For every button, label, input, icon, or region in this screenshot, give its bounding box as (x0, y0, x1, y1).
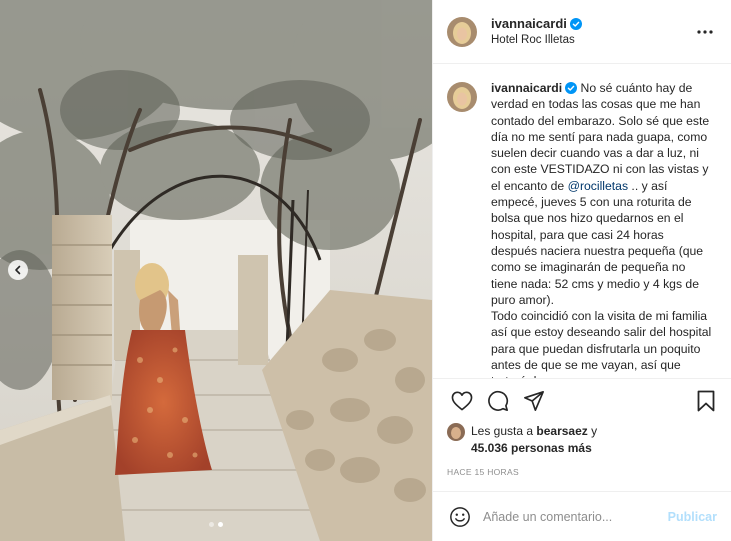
carousel-dot-active (218, 522, 223, 527)
location-link[interactable]: Hotel Roc Illetas (491, 32, 693, 48)
publish-button[interactable]: Publicar (668, 510, 717, 524)
emoji-button[interactable] (447, 504, 473, 530)
mention-link[interactable]: @rocilletas (568, 179, 628, 193)
chevron-left-icon (15, 265, 21, 275)
emoji-smiley-icon (450, 506, 470, 527)
post-side-panel: ivannaicardi Hotel Roc Illetas ivannaica… (432, 0, 731, 541)
verified-badge-icon (565, 82, 578, 94)
likes-prefix: Les gusta a (471, 424, 537, 438)
comment-bubble-icon (488, 390, 509, 411)
avatar-image (447, 423, 465, 441)
heart-icon (451, 391, 473, 411)
caption-username-link[interactable]: ivannaicardi (491, 81, 562, 95)
add-comment-bar: Publicar (433, 491, 731, 541)
avatar[interactable] (447, 16, 477, 47)
liker-username-link[interactable]: bearsaez (536, 424, 587, 438)
instagram-post: ivannaicardi Hotel Roc Illetas ivannaica… (0, 0, 731, 541)
avatar-image (447, 82, 477, 112)
likes-summary: Les gusta a bearsaez y 45.036 personas m… (447, 423, 717, 457)
caption-avatar[interactable] (447, 82, 477, 112)
paper-plane-icon (524, 391, 544, 411)
comment-button[interactable] (483, 386, 513, 416)
caption-body-continued: .. y así empecé, jueves 5 con una roturi… (491, 178, 704, 307)
post-actions-section: Les gusta a bearsaez y 45.036 personas m… (433, 378, 731, 491)
like-button[interactable] (447, 386, 477, 416)
caption-text: ivannaicardi No sé cuánto hay de verdad … (491, 80, 713, 378)
photo-scene (0, 0, 432, 541)
more-options-button[interactable] (693, 20, 717, 44)
save-button[interactable] (691, 386, 721, 416)
carousel-indicator (209, 522, 223, 527)
liker-avatar[interactable] (447, 423, 465, 441)
post-timestamp[interactable]: HACE 15 HORAS (447, 467, 717, 477)
avatar-image (447, 16, 477, 47)
caption-body: No sé cuánto hay de verdad en todas las … (491, 81, 710, 193)
action-bar (447, 379, 717, 423)
verified-badge-icon (569, 17, 582, 30)
post-photo[interactable] (0, 0, 432, 541)
bookmark-icon (697, 390, 715, 412)
carousel-dot (209, 522, 214, 527)
likes-conjunction: y (587, 424, 598, 438)
share-button[interactable] (519, 386, 549, 416)
caption-second-paragraph: Todo coincidió con la visita de mi famil… (491, 309, 712, 378)
comment-input[interactable] (483, 509, 668, 524)
post-header: ivannaicardi Hotel Roc Illetas (433, 0, 731, 64)
caption-section: ivannaicardi No sé cuánto hay de verdad … (433, 64, 731, 378)
username-link[interactable]: ivannaicardi (491, 16, 567, 31)
more-horizontal-icon (697, 29, 713, 34)
likes-count-link[interactable]: 45.036 personas más (471, 441, 592, 455)
carousel-prev-button[interactable] (8, 260, 28, 280)
